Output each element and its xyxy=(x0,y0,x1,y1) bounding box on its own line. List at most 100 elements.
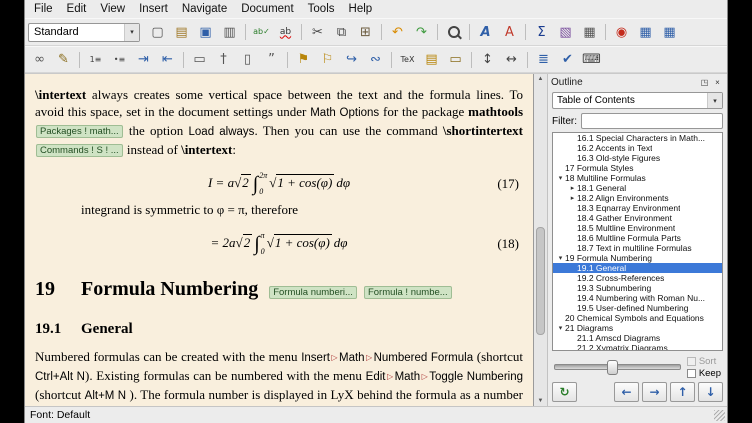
increase-depth-icon[interactable]: ⇥ xyxy=(132,49,155,71)
menu-document[interactable]: Document xyxy=(234,1,300,17)
outline-item[interactable]: 21.1 Amscd Diagrams xyxy=(553,333,722,343)
move-section-up-button[interactable]: ↑ xyxy=(670,382,695,402)
outline-item[interactable]: 20 Chemical Symbols and Equations xyxy=(553,313,722,323)
paste-icon[interactable]: ⊞ xyxy=(354,21,377,43)
insert-float-icon[interactable]: ▭ xyxy=(188,49,211,71)
menu-tools[interactable]: Tools xyxy=(301,1,342,17)
filter-input[interactable] xyxy=(581,113,723,129)
document-pane[interactable]: \intertext always creates some vertical … xyxy=(25,74,534,406)
open-document-icon[interactable]: ▤ xyxy=(170,21,193,43)
outline-item[interactable]: 18.4 Gather Environment xyxy=(553,213,722,223)
update-outline-button[interactable]: ↻ xyxy=(552,382,577,402)
review-toggle-icon[interactable]: ✔ xyxy=(556,49,579,71)
numbered-list-icon[interactable]: 1≡ xyxy=(84,49,107,71)
outline-item[interactable]: 19.3 Subnumbering xyxy=(553,283,722,293)
move-section-down-button[interactable]: ↓ xyxy=(698,382,723,402)
outline-item[interactable]: ▾19 Formula Numbering xyxy=(553,253,722,263)
keyboard-map-icon[interactable]: ⌨ xyxy=(580,49,603,71)
toc-type-select[interactable]: Table of Contents ▾ xyxy=(552,92,723,109)
insert-margin-note-icon[interactable]: ▯ xyxy=(236,49,259,71)
menu-view[interactable]: View xyxy=(93,1,132,17)
scrollbar-thumb[interactable] xyxy=(536,227,545,335)
menu-navigate[interactable]: Navigate xyxy=(175,1,234,17)
insert-tex-code-icon[interactable]: TeX xyxy=(396,49,419,71)
outline-item[interactable]: 16.3 Old-style Figures xyxy=(553,153,722,163)
expand-icon[interactable]: ▸ xyxy=(568,194,577,202)
decrease-depth-icon[interactable]: ⇤ xyxy=(156,49,179,71)
menu-insert[interactable]: Insert xyxy=(132,1,175,17)
undo-icon[interactable]: ↶ xyxy=(386,21,409,43)
expand-icon[interactable]: ▸ xyxy=(568,184,577,192)
outline-toggle-icon[interactable]: ≣ xyxy=(532,49,555,71)
outline-item[interactable]: 17 Formula Styles xyxy=(553,163,722,173)
noun-icon[interactable]: A xyxy=(498,21,521,43)
insert-math-icon[interactable]: Σ xyxy=(530,21,553,43)
insert-vspace-icon[interactable]: ↕ xyxy=(476,49,499,71)
find-replace-icon[interactable] xyxy=(442,21,465,43)
insert-note-icon[interactable]: ▤ xyxy=(420,49,443,71)
resize-grip[interactable] xyxy=(714,410,725,421)
outline-item[interactable]: 18.7 Text in multiline Formulas xyxy=(553,243,722,253)
insert-box-icon[interactable]: ▭ xyxy=(444,49,467,71)
menu-help[interactable]: Help xyxy=(342,1,380,17)
menu-edit[interactable]: Edit xyxy=(60,1,94,17)
document-scrollbar[interactable]: ▲ ▼ xyxy=(534,74,548,406)
scroll-down-icon[interactable]: ▼ xyxy=(534,398,547,404)
math-mode-icon[interactable]: ∞ xyxy=(28,49,51,71)
index-inset[interactable]: Commands ! S ! ... xyxy=(36,144,123,157)
float-panel-button[interactable]: ◳ xyxy=(698,76,711,89)
outline-item[interactable]: 16.1 Special Characters in Math... xyxy=(553,133,722,143)
outline-item[interactable]: 19.5 User-defined Numbering xyxy=(553,303,722,313)
outline-item[interactable]: 18.6 Multline Formula Parts xyxy=(553,233,722,243)
index-inset[interactable]: Packages ! math... xyxy=(36,125,123,138)
slider-knob[interactable] xyxy=(607,360,618,375)
index-inset[interactable]: Formula numberi... xyxy=(269,286,357,299)
outline-item[interactable]: 16.2 Accents in Text xyxy=(553,143,722,153)
close-panel-button[interactable]: × xyxy=(711,76,724,89)
insert-hyperlink-icon[interactable]: ∾ xyxy=(364,49,387,71)
depth-slider[interactable] xyxy=(554,364,681,370)
copy-icon[interactable]: ⧉ xyxy=(330,21,353,43)
collapse-icon[interactable]: ▾ xyxy=(556,324,565,332)
cut-icon[interactable]: ✂ xyxy=(306,21,329,43)
outline-item[interactable]: 21.2 Xymatrix Diagrams xyxy=(553,343,722,351)
outline-item[interactable]: ▾21 Diagrams xyxy=(553,323,722,333)
spellcheck-icon[interactable]: ab✓ xyxy=(250,21,273,43)
insert-table-icon[interactable]: ▦ xyxy=(578,21,601,43)
redo-icon[interactable]: ↷ xyxy=(410,21,433,43)
outline-item[interactable]: ▸18.1 General xyxy=(553,183,722,193)
demote-section-button[interactable]: → xyxy=(642,382,667,402)
print-icon[interactable]: ▥ xyxy=(218,21,241,43)
outline-item[interactable]: ▸18.2 Align Environments xyxy=(553,193,722,203)
edit-inset-icon[interactable]: ✎ xyxy=(52,49,75,71)
display-formula-18[interactable]: = 2a√2∫π0√1 + cos(φ)dφ (18) xyxy=(35,232,523,256)
emphasis-icon[interactable]: A xyxy=(474,21,497,43)
insert-index-entry-icon[interactable]: ⚑ xyxy=(292,49,315,71)
insert-graphics-icon[interactable]: ▧ xyxy=(554,21,577,43)
index-inset[interactable]: Formula ! numbe... xyxy=(364,286,452,299)
outline-item[interactable]: 19.4 Numbering with Roman Nu... xyxy=(553,293,722,303)
insert-citation-icon[interactable]: ” xyxy=(260,49,283,71)
collapse-icon[interactable]: ▾ xyxy=(556,254,565,262)
new-document-icon[interactable]: ▢ xyxy=(146,21,169,43)
outline-item[interactable]: 19.1 General xyxy=(553,263,722,273)
insert-hfill-icon[interactable]: ↔ xyxy=(500,49,523,71)
insert-footnote-icon[interactable]: † xyxy=(212,49,235,71)
stop-icon[interactable]: ◉ xyxy=(610,21,633,43)
toggle-table-toolbar-icon[interactable]: ▦ xyxy=(658,21,681,43)
outline-item[interactable]: 18.5 Multline Environment xyxy=(553,223,722,233)
save-document-icon[interactable]: ▣ xyxy=(194,21,217,43)
menu-file[interactable]: File xyxy=(27,1,60,17)
scroll-up-icon[interactable]: ▲ xyxy=(534,76,547,82)
continuous-spellcheck-icon[interactable]: ab xyxy=(274,21,297,43)
insert-label-icon[interactable]: ⚐ xyxy=(316,49,339,71)
outline-item[interactable]: ▾18 Multiline Formulas xyxy=(553,173,722,183)
outline-item[interactable]: 19.2 Cross-References xyxy=(553,273,722,283)
keep-checkbox[interactable]: Keep xyxy=(687,368,721,379)
paragraph-style-select[interactable]: Standard ▾ xyxy=(28,23,140,42)
collapse-icon[interactable]: ▾ xyxy=(556,174,565,182)
bullet-list-icon[interactable]: •≡ xyxy=(108,49,131,71)
display-formula-17[interactable]: I = a√2∫2π0√1 + cos(φ)dφ (17) xyxy=(35,172,523,196)
outline-item[interactable]: 18.3 Eqnarray Environment xyxy=(553,203,722,213)
promote-section-button[interactable]: ← xyxy=(614,382,639,402)
